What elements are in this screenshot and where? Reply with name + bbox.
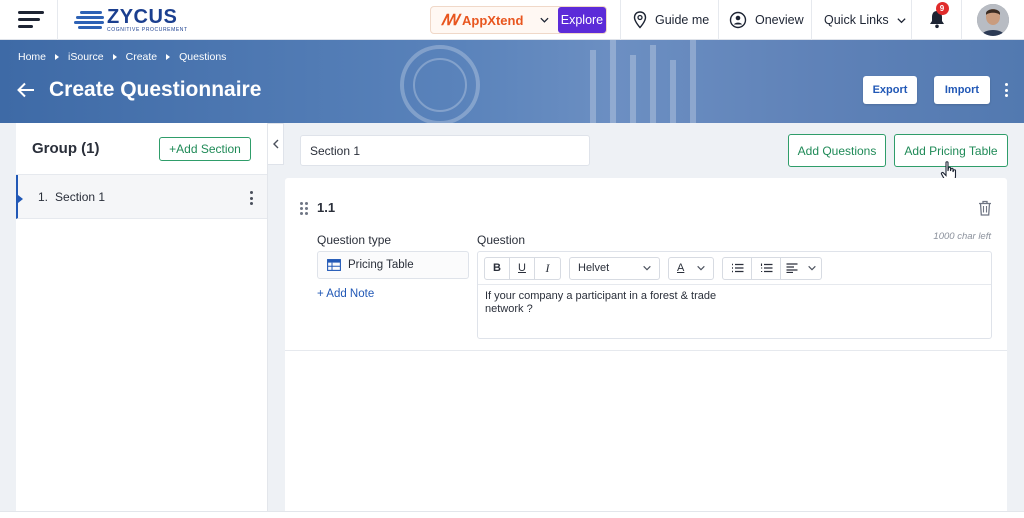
breadcrumb-separator-icon <box>55 54 60 60</box>
bullet-list-button[interactable] <box>723 257 752 279</box>
logo-tagline: COGNITIVE PROCUREMENT <box>107 26 188 33</box>
group-title: Group (1) <box>32 140 100 157</box>
trash-icon[interactable] <box>978 200 992 216</box>
bold-button[interactable]: B <box>485 257 510 279</box>
appxtend-logo-icon: ꟿ <box>441 12 459 29</box>
breadcrumb-home[interactable]: Home <box>18 51 46 63</box>
oneview-icon <box>729 11 747 29</box>
add-note-link[interactable]: + Add Note <box>317 288 374 300</box>
question-editor: B U I Helvet A If your company a partici… <box>477 251 992 339</box>
breadcrumb-isource[interactable]: iSource <box>68 51 104 63</box>
list-format-group <box>722 256 822 280</box>
top-navbar: ZYCUS COGNITIVE PROCUREMENT ꟿ AppXtend E… <box>0 0 1024 40</box>
breadcrumb-separator-icon <box>112 54 117 60</box>
drag-handle-icon[interactable] <box>300 202 308 215</box>
question-card: 1.1 Question type Question 1000 char lef… <box>285 178 1007 518</box>
chevron-down-icon <box>896 17 906 23</box>
quick-links-label: Quick Links <box>824 13 889 27</box>
question-type-value: Pricing Table <box>348 259 414 271</box>
section-options-icon[interactable] <box>250 191 253 205</box>
editor-toolbar: B U I Helvet A <box>478 252 991 285</box>
sidebar-item-number: 1. <box>38 189 49 204</box>
hamburger-menu-icon[interactable] <box>0 0 58 40</box>
breadcrumb-create[interactable]: Create <box>126 51 158 63</box>
import-button[interactable]: Import <box>934 76 990 104</box>
banner-decoration <box>400 40 696 123</box>
guide-me-button[interactable]: Guide me <box>620 0 718 40</box>
page-header-banner: Home iSource Create Questions Create Que… <box>0 40 1024 123</box>
chevron-down-icon <box>643 265 651 271</box>
section-name-input[interactable]: Section 1 <box>300 135 590 166</box>
breadcrumb: Home iSource Create Questions <box>18 51 226 63</box>
appxtend-label: AppXtend <box>462 12 524 28</box>
add-section-button[interactable]: +Add Section <box>159 136 251 161</box>
breadcrumb-separator-icon <box>166 54 171 60</box>
text-format-group: B U I <box>484 256 561 280</box>
avatar <box>977 4 1009 36</box>
char-count: 1000 char left <box>933 231 991 242</box>
notification-badge: 9 <box>935 1 949 15</box>
active-indicator-icon <box>18 195 23 203</box>
chevron-left-icon <box>272 139 278 149</box>
location-pin-icon <box>633 11 647 29</box>
sidebar-item-section-1[interactable]: 1. Section 1 <box>16 175 267 219</box>
zycus-logo[interactable]: ZYCUS COGNITIVE PROCUREMENT <box>58 0 430 40</box>
bottom-edge <box>0 511 1024 518</box>
notifications-button[interactable]: 9 <box>911 0 961 40</box>
more-options-icon[interactable] <box>1005 83 1008 97</box>
question-type-field[interactable]: Pricing Table <box>317 251 469 279</box>
numbered-list-button[interactable] <box>752 257 781 279</box>
quick-links-dropdown[interactable]: Quick Links <box>811 0 911 40</box>
question-type-label: Question type <box>317 233 392 247</box>
logo-name: ZYCUS <box>107 5 178 28</box>
section-sidebar: Group (1) +Add Section 1. Section 1 <box>16 123 268 518</box>
add-questions-button[interactable]: Add Questions <box>788 134 886 167</box>
text-color-icon: A <box>677 262 685 274</box>
underline-button[interactable]: U <box>510 257 535 279</box>
font-family-select[interactable]: Helvet <box>569 256 660 280</box>
export-button[interactable]: Export <box>863 76 917 104</box>
chevron-down-icon <box>697 265 705 271</box>
question-text-area[interactable]: If your company a participant in a fores… <box>478 285 738 321</box>
back-arrow-icon[interactable] <box>16 80 36 100</box>
oneview-label: Oneview <box>755 13 804 27</box>
card-divider <box>285 350 1007 351</box>
question-label: Question <box>477 233 526 247</box>
collapse-sidebar-button[interactable] <box>268 123 284 165</box>
zycus-logo-mark <box>74 9 104 31</box>
guide-me-label: Guide me <box>655 13 710 27</box>
numbered-list-icon <box>760 263 772 273</box>
explore-button[interactable]: Explore <box>557 7 606 33</box>
question-number: 1.1 <box>317 200 336 215</box>
table-icon <box>327 259 341 271</box>
oneview-button[interactable]: Oneview <box>718 0 811 40</box>
font-family-value: Helvet <box>578 262 610 274</box>
align-left-icon <box>786 263 797 273</box>
page-title: Create Questionnaire <box>49 78 262 101</box>
italic-button[interactable]: I <box>535 258 560 279</box>
breadcrumb-questions: Questions <box>179 51 227 63</box>
sidebar-item-label: Section 1 <box>55 189 106 204</box>
appxtend-dropdown[interactable]: ꟿ AppXtend <box>431 11 539 29</box>
bullet-list-icon <box>731 263 743 273</box>
chevron-down-icon[interactable] <box>539 14 550 26</box>
alignment-select[interactable] <box>781 258 821 279</box>
text-color-select[interactable]: A <box>668 256 714 280</box>
profile-menu[interactable] <box>961 0 1024 40</box>
appxtend-widget: ꟿ AppXtend Explore <box>430 6 607 34</box>
chevron-down-icon <box>807 265 816 271</box>
